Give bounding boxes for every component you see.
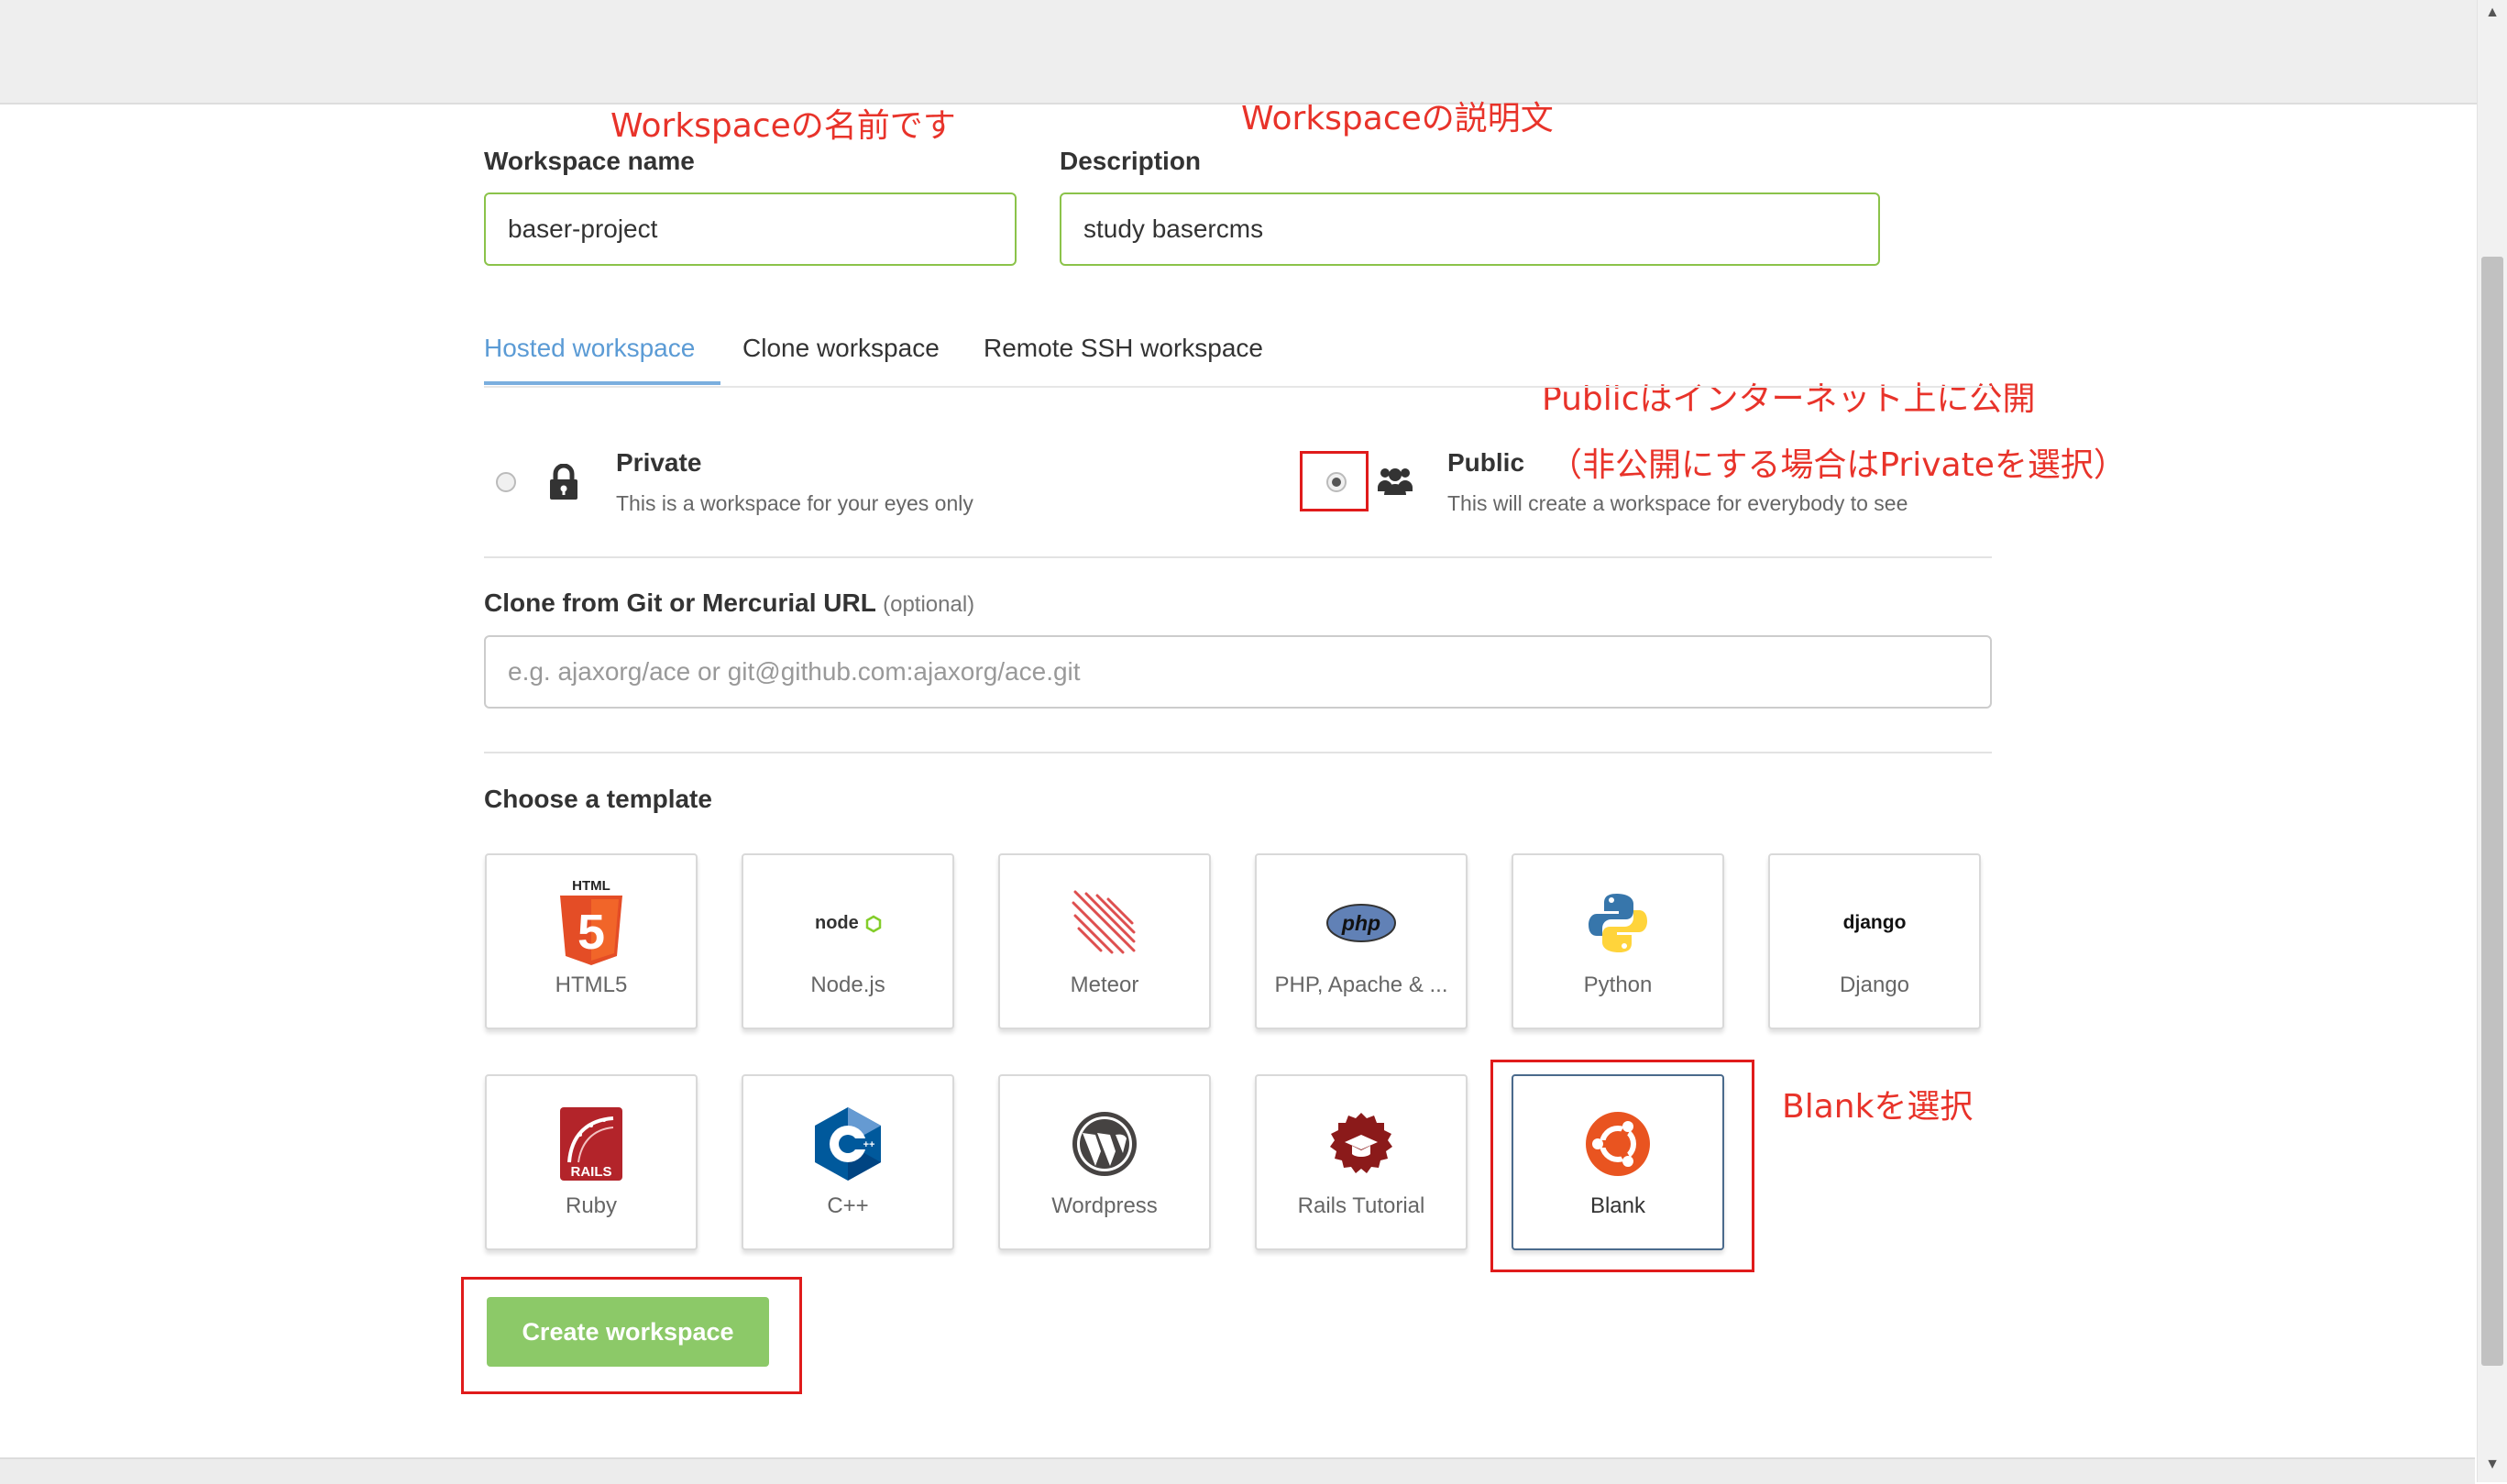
active-tab-indicator <box>484 381 720 385</box>
template-tile-wordpress[interactable]: Wordpress <box>998 1074 1211 1250</box>
bottom-bar <box>0 1457 2475 1484</box>
template-name: Rails Tutorial <box>1297 1193 1425 1218</box>
template-name: Wordpress <box>1051 1193 1158 1218</box>
clone-url-input[interactable] <box>484 635 1992 709</box>
public-description: This will create a workspace for everybo… <box>1447 491 1908 515</box>
description-label: Description <box>1060 147 1202 175</box>
divider <box>484 556 1992 558</box>
tab-remote-ssh-workspace[interactable]: Remote SSH workspace <box>984 334 1263 363</box>
clone-url-label: Clone from Git or Mercurial URL (optiona… <box>484 588 975 617</box>
svg-text:node: node <box>815 913 859 933</box>
create-button-highlight <box>461 1277 802 1394</box>
workspace-name-input[interactable] <box>484 192 1017 266</box>
svg-text:php: php <box>1341 911 1380 935</box>
nodejs-logo: node <box>743 877 952 969</box>
template-tile-html5[interactable]: HTML 5 HTML5 <box>485 853 698 1029</box>
template-tile-meteor[interactable]: Meteor <box>998 853 1211 1029</box>
tab-clone-workspace[interactable]: Clone workspace <box>742 334 940 363</box>
wordpress-logo <box>1000 1098 1209 1190</box>
python-logo <box>1513 877 1722 969</box>
description-input[interactable] <box>1060 192 1880 266</box>
private-title: Private <box>616 448 702 477</box>
svg-text:django: django <box>1843 912 1907 933</box>
scroll-down-icon[interactable]: ▼ <box>2485 1457 2500 1472</box>
html5-logo: HTML 5 <box>487 877 696 969</box>
template-name: PHP, Apache & ... <box>1274 973 1448 997</box>
workspace-name-label: Workspace name <box>484 147 695 175</box>
template-tile-ruby[interactable]: RAILS Ruby <box>485 1074 698 1250</box>
tabs-divider <box>484 386 1992 388</box>
template-name: Node.js <box>810 973 885 997</box>
vertical-scrollbar[interactable]: ▲ ▼ <box>2477 0 2507 1482</box>
annotation-public-line1: Publicはインターネット上に公開 <box>1542 380 2036 418</box>
svg-text:++: ++ <box>863 1139 875 1150</box>
template-name: C++ <box>827 1193 869 1218</box>
svg-text:RAILS: RAILS <box>571 1164 612 1180</box>
template-tile-cpp[interactable]: ++ C++ <box>742 1074 954 1250</box>
optional-hint: (optional) <box>883 592 975 617</box>
public-title: Public <box>1447 448 1525 477</box>
divider <box>484 752 1992 753</box>
annotation-blank: Blankを選択 <box>1782 1088 1974 1126</box>
php-logo: php <box>1257 877 1466 969</box>
template-tile-php[interactable]: php PHP, Apache & ... <box>1255 853 1468 1029</box>
private-radio[interactable] <box>496 472 516 492</box>
annotation-description: Workspaceの説明文 <box>1241 100 1554 137</box>
svg-text:HTML: HTML <box>572 878 610 894</box>
template-name: Django <box>1839 973 1910 997</box>
scroll-up-icon[interactable]: ▲ <box>2485 5 2500 20</box>
template-tile-nodejs[interactable]: node Node.js <box>742 853 954 1029</box>
template-name: Python <box>1583 973 1653 997</box>
template-tile-python[interactable]: Python <box>1512 853 1724 1029</box>
template-tile-django[interactable]: django Django <box>1768 853 1981 1029</box>
svg-text:5: 5 <box>577 905 605 960</box>
rails-logo: RAILS <box>487 1098 696 1190</box>
lock-icon <box>548 463 579 505</box>
blank-template-highlight <box>1490 1060 1754 1272</box>
users-icon <box>1377 464 1413 501</box>
template-name: HTML5 <box>555 973 628 997</box>
template-name: Ruby <box>565 1193 618 1218</box>
private-description: This is a workspace for your eyes only <box>616 491 973 515</box>
cpp-logo: ++ <box>743 1098 952 1190</box>
annotation-workspace-name: Workspaceの名前です <box>610 107 956 145</box>
meteor-logo <box>1000 877 1209 969</box>
tab-hosted-workspace[interactable]: Hosted workspace <box>484 334 695 363</box>
top-bar <box>0 0 2507 104</box>
django-logo: django <box>1770 877 1979 969</box>
scrollbar-thumb[interactable] <box>2481 257 2503 1366</box>
rails-tutorial-logo <box>1257 1098 1466 1190</box>
public-radio-highlight <box>1300 451 1369 511</box>
template-tile-rails-tutorial[interactable]: Rails Tutorial <box>1255 1074 1468 1250</box>
choose-template-label: Choose a template <box>484 785 712 813</box>
annotation-public-line2: （非公開にする場合はPrivateを選択） <box>1549 446 2127 484</box>
template-name: Meteor <box>1070 973 1139 997</box>
